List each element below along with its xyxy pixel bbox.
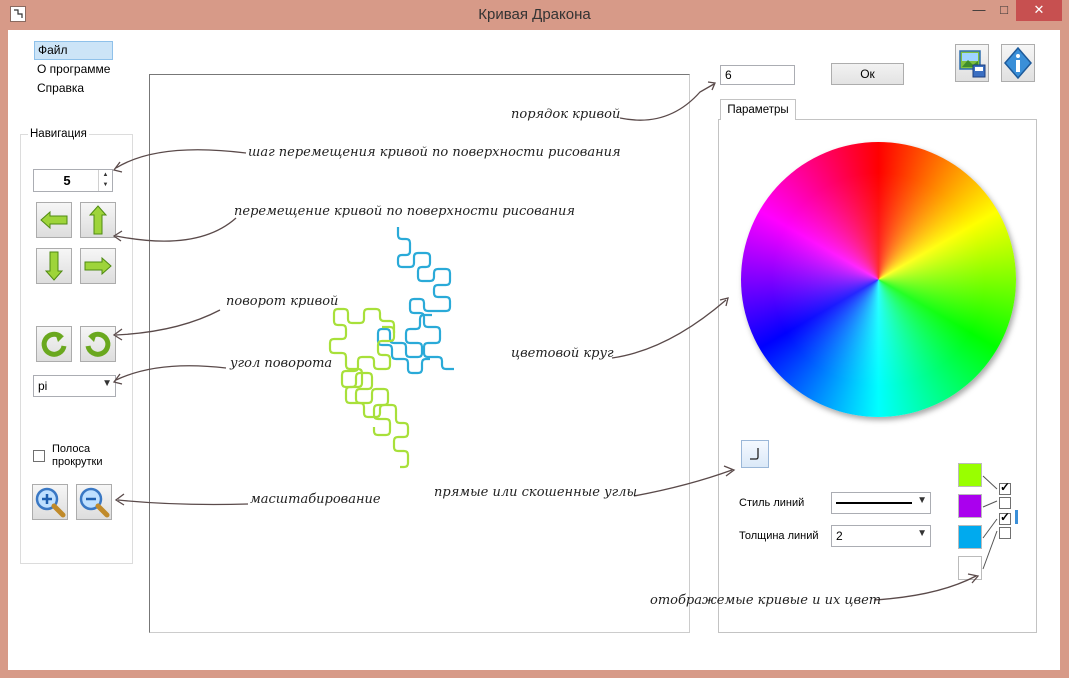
curve-color-swatch-3[interactable] bbox=[958, 525, 982, 549]
chevron-down-icon[interactable]: ▼ bbox=[102, 378, 112, 389]
annotation-step: шаг перемещения кривой по поверхности ри… bbox=[248, 145, 621, 160]
move-right-button[interactable] bbox=[80, 248, 116, 284]
annotation-rotate: поворот кривой bbox=[226, 294, 339, 309]
line-width-value: 2 bbox=[836, 529, 843, 543]
angle-value: pi bbox=[38, 379, 48, 393]
arrow-up-icon bbox=[88, 205, 108, 235]
order-value: 6 bbox=[725, 68, 732, 82]
step-stepper[interactable]: 5 ▲ ▼ bbox=[33, 169, 113, 192]
info-button[interactable] bbox=[1001, 44, 1035, 82]
tab-parameters[interactable]: Параметры bbox=[720, 99, 796, 120]
curve-color-swatch-1[interactable] bbox=[958, 463, 982, 487]
zoom-out-icon bbox=[79, 487, 110, 518]
main-menu: Файл О программе Справка bbox=[34, 41, 114, 98]
move-up-button[interactable] bbox=[80, 202, 116, 238]
zoom-out-button[interactable] bbox=[76, 484, 112, 520]
menu-help[interactable]: Справка bbox=[34, 79, 113, 98]
curve-green bbox=[340, 325, 396, 437]
move-down-button[interactable] bbox=[36, 248, 72, 284]
annotation-angle: угол поворота bbox=[230, 356, 333, 371]
line-width-label: Толщина линий bbox=[739, 530, 819, 542]
title-bar: Кривая Дракона — □ ✕ bbox=[0, 0, 1069, 30]
corner-style-icon bbox=[750, 448, 759, 460]
line-style-select[interactable]: ▼ bbox=[831, 492, 931, 514]
rotate-cw-icon bbox=[85, 331, 111, 357]
navigation-title: Навигация bbox=[28, 128, 89, 140]
rotate-cw-button[interactable] bbox=[80, 326, 116, 362]
zoom-in-icon bbox=[35, 487, 66, 518]
line-style-label: Стиль линий bbox=[739, 497, 805, 509]
rotate-ccw-icon bbox=[41, 331, 67, 357]
close-button[interactable]: ✕ bbox=[1016, 0, 1062, 21]
order-input[interactable]: 6 bbox=[720, 65, 795, 85]
arrow-down-icon bbox=[44, 251, 64, 281]
scrollbar-label-2: прокрутки bbox=[52, 456, 103, 468]
minimize-button[interactable]: — bbox=[966, 0, 992, 21]
maximize-button[interactable]: □ bbox=[992, 0, 1016, 21]
rotate-ccw-button[interactable] bbox=[36, 326, 72, 362]
line-width-select[interactable]: 2 ▼ bbox=[831, 525, 931, 547]
annotation-scale: масштабирование bbox=[250, 492, 381, 507]
menu-file[interactable]: Файл bbox=[34, 41, 114, 60]
zoom-in-button[interactable] bbox=[32, 484, 68, 520]
window-title: Кривая Дракона bbox=[478, 6, 591, 23]
annotation-curves: отображемые кривые и их цвет bbox=[650, 593, 882, 608]
annotation-wheel: цветовой круг bbox=[511, 346, 614, 361]
arrow-right-icon bbox=[84, 256, 112, 276]
corner-style-button[interactable] bbox=[741, 440, 769, 468]
focus-marker bbox=[1015, 510, 1018, 524]
annotation-move: перемещение кривой по поверхности рисова… bbox=[234, 204, 575, 219]
curve-color-swatch-2[interactable] bbox=[958, 494, 982, 518]
curve-color-swatch-4[interactable] bbox=[958, 556, 982, 580]
curve-visible-checkbox-1[interactable]: ✓ bbox=[999, 480, 1011, 495]
arrow-left-icon bbox=[40, 210, 68, 230]
save-image-icon bbox=[959, 50, 986, 78]
annotation-order: порядок кривой bbox=[511, 107, 621, 122]
color-wheel[interactable] bbox=[741, 142, 1016, 417]
app-window: Кривая Дракона — □ ✕ Файл О программе Сп… bbox=[0, 0, 1069, 678]
move-left-button[interactable] bbox=[36, 202, 72, 238]
step-spin[interactable]: ▲ ▼ bbox=[98, 170, 112, 191]
spin-down-icon[interactable]: ▼ bbox=[99, 180, 112, 190]
client-area: Файл О программе Справка Навигация 5 ▲ ▼ bbox=[8, 30, 1060, 670]
step-value[interactable]: 5 bbox=[34, 173, 100, 188]
curve-visible-checkbox-2[interactable] bbox=[999, 497, 1011, 509]
chevron-down-icon[interactable]: ▼ bbox=[917, 495, 927, 506]
menu-about[interactable]: О программе bbox=[34, 60, 113, 79]
chevron-down-icon[interactable]: ▼ bbox=[917, 528, 927, 539]
save-image-button[interactable] bbox=[955, 44, 989, 82]
annotation-corners: прямые или скошенные углы bbox=[434, 485, 638, 500]
parameters-panel: Стиль линий ▼ Толщина линий 2 ▼ ✓ ✓ bbox=[718, 119, 1037, 633]
line-style-preview bbox=[836, 502, 912, 504]
ok-button[interactable]: Ок bbox=[831, 63, 904, 85]
angle-select[interactable]: pi ▼ bbox=[33, 375, 116, 397]
curve-visible-checkbox-4[interactable] bbox=[999, 527, 1011, 539]
curve-visible-checkbox-3[interactable]: ✓ bbox=[999, 510, 1011, 525]
spin-up-icon[interactable]: ▲ bbox=[99, 170, 112, 180]
info-icon bbox=[1004, 46, 1032, 80]
scrollbar-label-1: Полоса bbox=[52, 443, 91, 455]
scrollbar-checkbox[interactable] bbox=[33, 450, 45, 462]
